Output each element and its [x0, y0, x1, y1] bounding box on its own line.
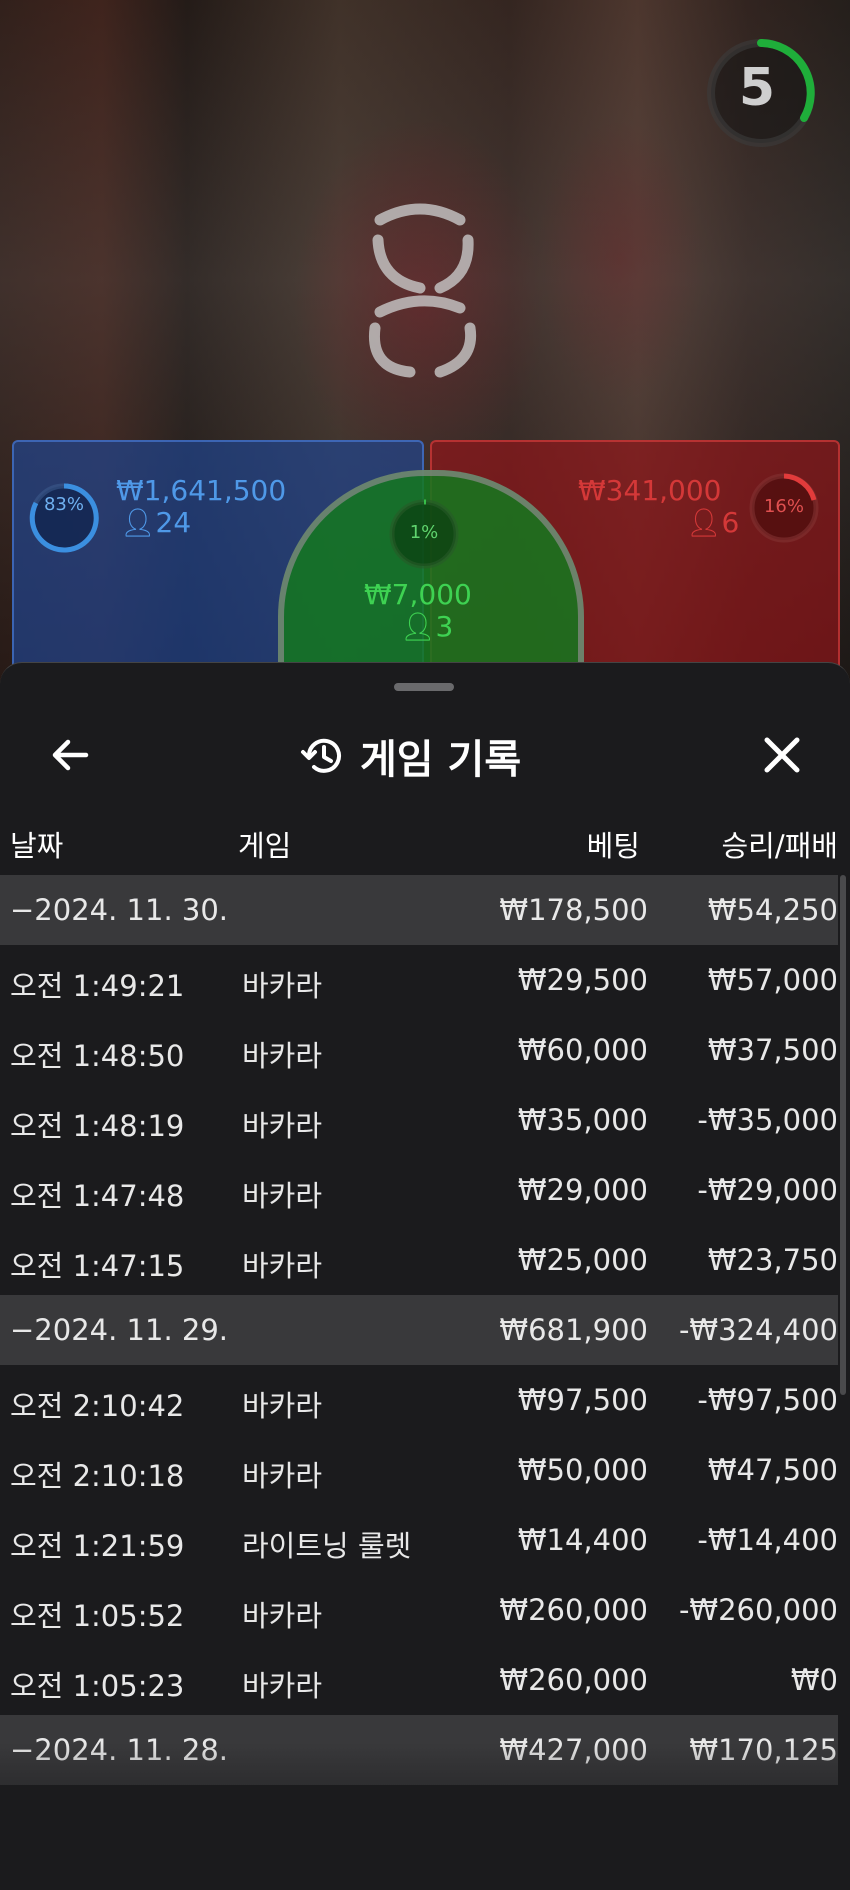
history-row[interactable]: 오전 1:49:21 바카라 ₩29,500 ₩57,000	[0, 945, 838, 1015]
game-history-sheet: 게임 기록 날짜 게임 베팅 승리/패배 −2024. 11. 30. ₩178,…	[0, 662, 850, 1890]
row-bet: ₩60,000	[517, 1033, 648, 1067]
row-result: ₩47,500	[707, 1453, 838, 1487]
column-result: 승리/패배	[721, 829, 839, 863]
countdown-number: 5	[738, 58, 776, 118]
history-row[interactable]: 오전 1:48:19 바카라 ₩35,000 -₩35,000	[0, 1085, 838, 1155]
player-percent-ring	[29, 483, 99, 553]
row-bet: ₩14,400	[517, 1523, 648, 1557]
tie-total-amount: ₩7,000	[364, 578, 472, 611]
group-date: −2024. 11. 29.	[10, 1313, 228, 1347]
row-bet: ₩29,000	[517, 1173, 648, 1207]
back-button[interactable]	[40, 725, 100, 785]
history-row[interactable]: 오전 2:10:18 바카라 ₩50,000 ₩47,500	[0, 1435, 838, 1505]
row-bet: ₩260,000	[499, 1593, 648, 1627]
row-result: ₩0	[790, 1663, 838, 1697]
row-time: 오전 1:05:23	[10, 1669, 185, 1703]
row-time: 오전 2:10:18	[10, 1459, 185, 1493]
history-row[interactable]: 오전 1:47:48 바카라 ₩29,000 -₩29,000	[0, 1155, 838, 1225]
group-result-total: -₩324,400	[678, 1313, 838, 1347]
group-bet-total: ₩178,500	[499, 893, 648, 927]
date-group-row[interactable]: −2024. 11. 28. ₩427,000 ₩170,125	[0, 1715, 838, 1785]
row-bet: ₩29,500	[517, 963, 648, 997]
tie-bettor-count: 👤︎3	[400, 610, 454, 643]
group-bet-total: ₩681,900	[499, 1313, 648, 1347]
tie-percent: 1%	[409, 522, 439, 543]
row-time: 오전 1:48:50	[10, 1039, 185, 1073]
row-game: 바카라	[242, 1039, 323, 1073]
column-bet: 베팅	[586, 829, 640, 863]
history-row[interactable]: 오전 1:21:59 라이트닝 룰렛 ₩14,400 -₩14,400	[0, 1505, 838, 1575]
banker-percent: 16%	[763, 496, 804, 517]
row-game: 바카라	[242, 1669, 323, 1703]
row-game: 바카라	[242, 1459, 323, 1493]
group-date: −2024. 11. 30.	[10, 893, 228, 927]
history-row[interactable]: 오전 1:05:23 바카라 ₩260,000 ₩0	[0, 1645, 838, 1715]
user-icon: 👤︎	[400, 610, 436, 643]
sheet-header: 게임 기록	[300, 721, 521, 791]
row-game: 바카라	[242, 1179, 323, 1213]
close-button[interactable]	[752, 725, 812, 785]
banker-bettor-count: 👤︎6	[686, 506, 740, 539]
page-title: 게임 기록	[360, 737, 522, 783]
row-result: ₩57,000	[707, 963, 838, 997]
column-game: 게임	[238, 829, 292, 863]
row-result: -₩29,000	[697, 1173, 838, 1207]
row-time: 오전 1:47:15	[10, 1249, 185, 1283]
row-game: 바카라	[242, 1109, 323, 1143]
row-bet: ₩35,000	[517, 1103, 648, 1137]
row-time: 오전 1:21:59	[10, 1529, 185, 1563]
row-result: -₩35,000	[697, 1103, 838, 1137]
row-game: 바카라	[242, 1389, 323, 1423]
date-group-row[interactable]: −2024. 11. 29. ₩681,900 -₩324,400	[0, 1295, 838, 1365]
row-bet: ₩97,500	[517, 1383, 648, 1417]
history-row[interactable]: 오전 2:10:42 바카라 ₩97,500 -₩97,500	[0, 1365, 838, 1435]
player-bettor-count: 👤︎24	[120, 506, 192, 539]
row-game: 라이트닝 룰렛	[242, 1529, 412, 1563]
banker-total-amount: ₩341,000	[578, 474, 722, 507]
row-time: 오전 1:05:52	[10, 1599, 185, 1633]
history-list: −2024. 11. 30. ₩178,500 ₩54,250 오전 1:49:21 바…	[0, 875, 838, 1785]
row-result: -₩14,400	[697, 1523, 838, 1557]
history-table-header: 날짜 게임 베팅 승리/패배	[0, 811, 850, 871]
scrollbar[interactable]	[840, 875, 846, 1395]
row-game: 바카라	[242, 1599, 323, 1633]
row-result: -₩260,000	[678, 1593, 838, 1627]
player-total-amount: ₩1,641,500	[116, 474, 287, 507]
row-result: -₩97,500	[697, 1383, 838, 1417]
history-row[interactable]: 오전 1:47:15 바카라 ₩25,000 ₩23,750	[0, 1225, 838, 1295]
row-time: 오전 1:48:19	[10, 1109, 185, 1143]
casino-logo	[368, 203, 477, 378]
history-row[interactable]: 오전 1:05:52 바카라 ₩260,000 -₩260,000	[0, 1575, 838, 1645]
row-time: 오전 2:10:42	[10, 1389, 185, 1423]
history-row[interactable]: 오전 1:48:50 바카라 ₩60,000 ₩37,500	[0, 1015, 838, 1085]
player-percent: 83%	[43, 494, 84, 515]
row-game: 바카라	[242, 969, 323, 1003]
date-group-row[interactable]: −2024. 11. 30. ₩178,500 ₩54,250	[0, 875, 838, 945]
row-result: ₩23,750	[707, 1243, 838, 1277]
row-time: 오전 1:49:21	[10, 969, 185, 1003]
history-icon	[301, 738, 341, 773]
row-time: 오전 1:47:48	[10, 1179, 185, 1213]
row-game: 바카라	[242, 1249, 323, 1283]
close-icon	[764, 737, 800, 773]
column-date: 날짜	[10, 829, 64, 863]
user-icon: 👤︎	[120, 506, 156, 539]
group-result-total: ₩54,250	[707, 893, 838, 927]
group-bet-total: ₩427,000	[499, 1733, 648, 1767]
drag-handle[interactable]	[394, 683, 454, 691]
row-result: ₩37,500	[707, 1033, 838, 1067]
row-bet: ₩50,000	[517, 1453, 648, 1487]
row-bet: ₩25,000	[517, 1243, 648, 1277]
user-icon: 👤︎	[686, 506, 722, 539]
group-result-total: ₩170,125	[689, 1733, 838, 1767]
group-date: −2024. 11. 28.	[10, 1733, 228, 1767]
arrow-left-icon	[52, 739, 89, 771]
row-bet: ₩260,000	[499, 1663, 648, 1697]
